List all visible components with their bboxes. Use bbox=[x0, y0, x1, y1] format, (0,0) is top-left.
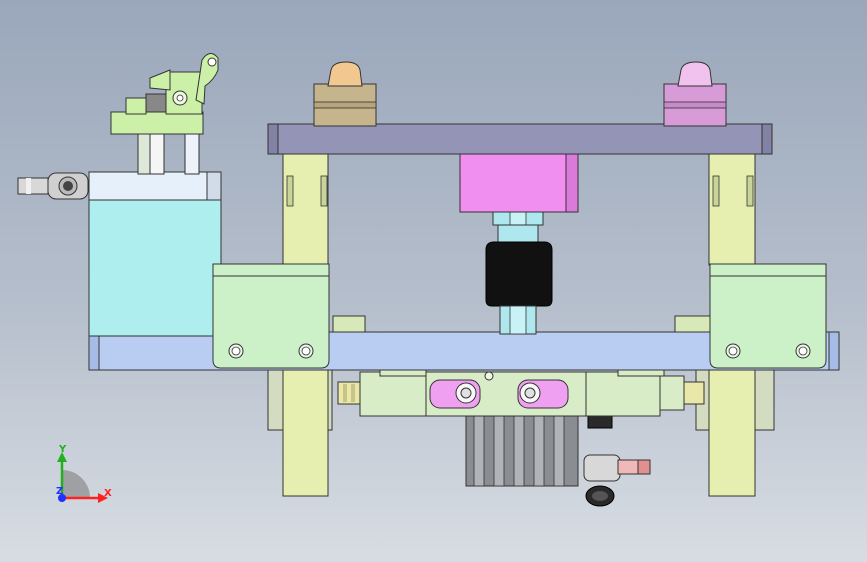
right-guide-cylinder-upper bbox=[708, 149, 756, 266]
left-mounting-block bbox=[212, 263, 330, 369]
left-top-nut bbox=[313, 61, 377, 127]
y-axis-label: Y bbox=[58, 444, 67, 455]
clamp-rods bbox=[137, 129, 200, 175]
valve-port-right bbox=[517, 379, 569, 409]
left-air-fitting bbox=[17, 172, 89, 200]
valve-port-left bbox=[429, 379, 481, 409]
center-sensor bbox=[485, 210, 553, 335]
coordinate-triad: X Y Z bbox=[56, 444, 112, 503]
pink-block bbox=[459, 149, 579, 213]
assembly-view: X Y Z bbox=[17, 53, 840, 507]
left-guide-cylinder-upper bbox=[282, 149, 329, 266]
lower-cylinder-body bbox=[465, 413, 579, 487]
z-axis-label: Z bbox=[56, 486, 63, 497]
bottom-elbow-fitting bbox=[583, 409, 651, 507]
right-mounting-block bbox=[709, 263, 827, 369]
right-top-nut bbox=[663, 61, 727, 127]
left-air-cylinder bbox=[88, 171, 222, 337]
top-plate bbox=[267, 123, 773, 155]
x-axis-label: X bbox=[104, 488, 112, 499]
toggle-clamp bbox=[110, 53, 219, 135]
